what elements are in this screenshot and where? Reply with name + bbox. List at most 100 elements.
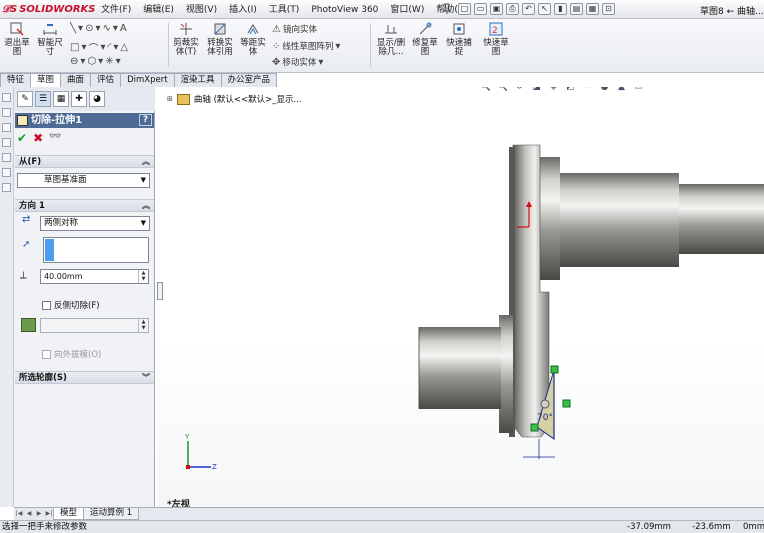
view-palette-icon[interactable]: [2, 153, 11, 162]
direction-arrow-icon[interactable]: ➚: [22, 239, 30, 250]
move-entities-button[interactable]: ✥ 移动实体 ▾: [272, 56, 323, 69]
pin-toolbar-icon[interactable]: ⊡: [602, 3, 615, 15]
detailed-preview-icon[interactable]: 👓: [49, 131, 61, 145]
tab-motion-study[interactable]: 运动算例 1: [83, 508, 140, 520]
sketch-line-tools[interactable]: ╲ ▾ ⊙ ▾ ∿ ▾ A: [70, 23, 127, 34]
dimxpert-tab-icon[interactable]: ✚: [71, 91, 87, 107]
undo-icon[interactable]: ↶: [522, 3, 535, 15]
open-icon[interactable]: ▭: [474, 3, 487, 15]
menu-photoview[interactable]: PhotoView 360: [305, 3, 384, 17]
checkbox-box: [42, 300, 51, 310]
solidworks-logo[interactable]: 𝒟S SOLIDWORKS: [2, 2, 95, 17]
tab-surfaces[interactable]: 曲面: [60, 73, 92, 87]
menu-file[interactable]: 文件(F): [95, 3, 137, 17]
sketch-misc-tools[interactable]: ⊖ ▾ ⬡ ▾ ✳ ▾: [70, 56, 121, 67]
ok-icon[interactable]: ✔: [17, 131, 27, 145]
trim-icon: [180, 23, 192, 35]
appearances-icon[interactable]: [2, 168, 11, 177]
tab-office-products[interactable]: 办公室产品: [220, 73, 278, 87]
options-icon[interactable]: ▤: [570, 3, 583, 15]
search-icon[interactable]: [2, 138, 11, 147]
reverse-direction-icon[interactable]: ⇄: [22, 214, 30, 225]
smart-dimension-icon: [43, 24, 57, 35]
slot-icon: ⊖: [70, 56, 79, 67]
feature-tree-tab-icon[interactable]: ✎: [17, 91, 33, 107]
display-manager-tab-icon[interactable]: ◕: [89, 91, 105, 107]
tab-features[interactable]: 特征: [0, 73, 32, 87]
tab-render-tools[interactable]: 渲染工具: [173, 73, 222, 87]
arc-center-point[interactable]: [540, 399, 550, 409]
property-manager: ✎ ☰ ▦ ✚ ◕ 切除-拉伸1 ? ✔ ✖ 👓 从(F) ︽ 草图基准面 ▼ …: [14, 87, 155, 507]
file-properties-icon[interactable]: ▦: [586, 3, 599, 15]
repair-sketch-button[interactable]: 修复草图: [410, 21, 440, 57]
svg-text:Z: Z: [212, 463, 217, 471]
trim-entities-button[interactable]: 剪裁实体(T): [171, 21, 201, 57]
rapid-snaps-icon: [453, 23, 465, 35]
depth-input[interactable]: 40.00mm ▲ ▼: [40, 269, 149, 284]
pin-icon[interactable]: [441, 3, 453, 15]
direction-reference-list[interactable]: [43, 237, 149, 263]
crankshaft-model[interactable]: [418, 144, 764, 438]
rebuild-icon[interactable]: ▮: [554, 3, 567, 15]
menu-view[interactable]: 视图(V): [180, 3, 223, 17]
resources-icon[interactable]: [2, 93, 11, 102]
convert-entities-label: 转换实体引用: [207, 38, 233, 57]
help-button[interactable]: ?: [139, 114, 152, 126]
direction1-group-header[interactable]: 方向 1 ︽: [15, 199, 154, 212]
next-tab-icon[interactable]: ▶: [34, 508, 44, 520]
sketch-endpoint-handle[interactable]: [530, 423, 539, 432]
select-icon[interactable]: ↖: [538, 3, 551, 15]
sketch-shape-tools[interactable]: □ ▾ ⌒ ▾ ◜ ▾ △: [70, 40, 128, 55]
cancel-icon[interactable]: ✖: [33, 131, 43, 145]
property-manager-tab-icon[interactable]: ☰: [35, 91, 51, 107]
tab-dimxpert[interactable]: DimXpert: [120, 73, 175, 87]
selected-contours-header[interactable]: 所选轮廓(S) ︾: [15, 371, 154, 384]
display-delete-relations-button[interactable]: 显示/删除几...: [373, 21, 409, 57]
offset-entities-button[interactable]: 等距实体: [238, 21, 268, 57]
menu-edit[interactable]: 编辑(E): [137, 3, 180, 17]
end-condition-select[interactable]: 两侧对称 ▼: [40, 216, 150, 231]
app-brand: SOLIDWORKS: [19, 4, 96, 15]
graphics-area[interactable]: 🔍 🔍 ↺ ◪ ◈ ◩ ⚯ ● ▲ ▭ ⊞ 曲轴 (默认<<默认>_显示...: [157, 87, 764, 507]
previous-tab-icon[interactable]: ◀: [24, 508, 34, 520]
tab-sketch[interactable]: 草图: [30, 73, 62, 88]
relation-vertical-icon[interactable]: [562, 399, 571, 408]
linear-pattern-button[interactable]: ⁘ 线性草图阵列 ▾: [272, 40, 340, 53]
menu-window[interactable]: 窗口(W): [384, 3, 430, 17]
expand-icon: ︾: [142, 373, 150, 382]
linear-pattern-label: 线性草图阵列: [282, 42, 334, 52]
menu-insert[interactable]: 插入(I): [223, 3, 263, 17]
sketch-endpoint-handle[interactable]: [550, 365, 559, 374]
angle-dimension[interactable]: 70°: [537, 413, 553, 423]
smart-dimension-button[interactable]: 智能尺寸: [34, 21, 66, 57]
from-group-header[interactable]: 从(F) ︽: [15, 155, 154, 168]
file-explorer-icon[interactable]: [2, 123, 11, 132]
pm-action-buttons: ✔ ✖ 👓: [17, 131, 62, 145]
custom-properties-icon[interactable]: [2, 183, 11, 192]
draft-on-off-icon[interactable]: [21, 318, 36, 332]
svg-text:2: 2: [492, 26, 498, 36]
mirror-entities-button[interactable]: ⚠ 镜向实体: [272, 23, 317, 36]
draft-outward-checkbox[interactable]: 向外拔模(O): [42, 348, 101, 360]
model-view[interactable]: 70° Y Z: [157, 87, 764, 507]
rapid-sketch-button[interactable]: 2 快速草图: [480, 21, 512, 57]
first-tab-icon[interactable]: |◀: [14, 508, 24, 520]
smart-dimension-label: 智能尺寸: [37, 38, 63, 57]
stepper-icon[interactable]: ▲ ▼: [138, 270, 148, 283]
tab-model[interactable]: 模型: [53, 508, 85, 520]
design-library-icon[interactable]: [2, 108, 11, 117]
draft-angle-input[interactable]: ▲ ▼: [40, 318, 149, 333]
new-document-icon[interactable]: □: [458, 3, 471, 15]
print-icon[interactable]: ⎙: [506, 3, 519, 15]
from-select[interactable]: 草图基准面 ▼: [17, 173, 150, 188]
tab-evaluate[interactable]: 评估: [90, 73, 122, 87]
offset-icon: [247, 24, 259, 35]
configuration-manager-tab-icon[interactable]: ▦: [53, 91, 69, 107]
save-icon[interactable]: ▣: [490, 3, 503, 15]
menu-tools[interactable]: 工具(T): [263, 3, 306, 17]
convert-entities-button[interactable]: 转换实体引用: [204, 21, 236, 57]
flip-side-to-cut-checkbox[interactable]: 反侧切除(F): [42, 299, 100, 311]
rapid-snaps-button[interactable]: 快速捕捉: [443, 21, 475, 57]
stepper-icon[interactable]: ▲ ▼: [138, 319, 148, 332]
exit-sketch-button[interactable]: 退出草图: [2, 21, 32, 57]
